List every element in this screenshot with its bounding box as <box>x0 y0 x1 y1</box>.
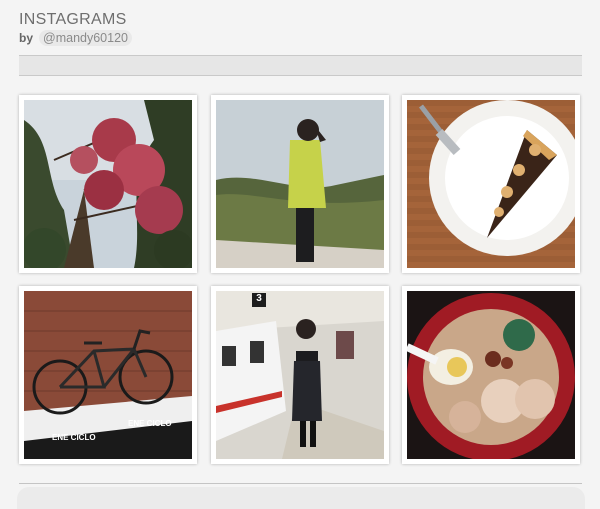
photo-tile-5[interactable]: 3 <box>211 286 389 464</box>
photo-tile-4[interactable]: ENE CICLO ENE CICLO <box>19 286 197 464</box>
photo-grid: ENE CICLO ENE CICLO 3 <box>0 0 600 509</box>
platform-sign: 3 <box>256 293 262 304</box>
bottom-divider <box>19 483 582 484</box>
widget-footer <box>17 487 585 509</box>
photo-tile-2[interactable] <box>211 95 389 273</box>
train-platform-photo[interactable]: 3 <box>216 291 384 459</box>
bike-sign-left: ENE CICLO <box>52 433 96 442</box>
person-on-hill-photo[interactable] <box>216 100 384 268</box>
cherry-blossom-tree-photo[interactable] <box>24 100 192 268</box>
photo-tile-3[interactable] <box>402 95 580 273</box>
bicycle-display-photo[interactable]: ENE CICLO ENE CICLO <box>24 291 192 459</box>
cake-slice-photo[interactable] <box>407 100 575 268</box>
bike-sign-right: ENE CICLO <box>128 419 172 428</box>
photo-tile-6[interactable] <box>402 286 580 464</box>
photo-tile-1[interactable] <box>19 95 197 273</box>
ramen-bowl-photo[interactable] <box>407 291 575 459</box>
